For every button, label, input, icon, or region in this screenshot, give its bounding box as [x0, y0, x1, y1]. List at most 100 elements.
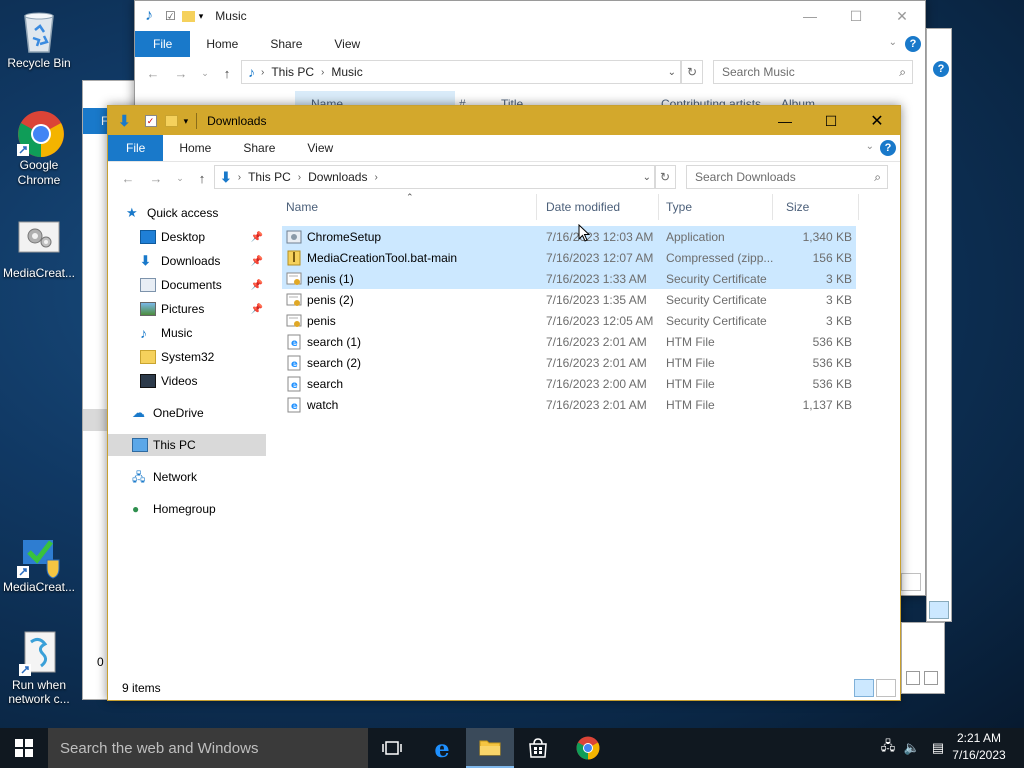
back-arrow-icon[interactable]: ← — [143, 63, 163, 83]
tab-file[interactable]: File — [108, 135, 164, 161]
volume-muted-icon[interactable]: 🔈 — [900, 728, 924, 768]
help-icon[interactable]: ? — [933, 61, 949, 77]
large-icons-view-button[interactable] — [876, 679, 896, 697]
desktop-icon-mediacreation-2[interactable]: MediaCreat... — [0, 532, 79, 595]
address-dropdown-icon[interactable]: ⌄ — [643, 172, 651, 183]
nav-music[interactable]: ♪ Music — [140, 322, 266, 344]
refresh-button[interactable]: ↻ — [681, 60, 703, 84]
breadcrumb-this-pc[interactable]: This PC — [248, 170, 291, 184]
pin-icon[interactable]: 📌 — [251, 304, 263, 315]
downloads-window[interactable]: ⬇ ✓ ▾ Downloads — ☐ ✕ File Home Share Vi… — [107, 105, 901, 701]
file-name-cell[interactable]: e search (2) — [286, 352, 538, 373]
breadcrumb-downloads[interactable]: Downloads — [308, 170, 367, 184]
file-row[interactable]: penis 7/16/2023 12:05 AM Security Certific… — [282, 310, 856, 331]
view-toggle-button[interactable] — [929, 601, 949, 619]
nav-desktop[interactable]: Desktop 📌 — [140, 226, 266, 248]
search-icon[interactable]: ⌕ — [874, 170, 881, 185]
taskbar-search-input[interactable]: Search the web and Windows — [48, 728, 368, 768]
desktop-icon-google-chrome[interactable]: Google Chrome — [0, 110, 79, 188]
help-icon[interactable]: ? — [880, 140, 896, 156]
tab-home[interactable]: Home — [163, 135, 227, 161]
recent-dropdown-icon[interactable]: ⌄ — [170, 168, 190, 188]
minimize-button[interactable]: — — [762, 106, 808, 136]
folder-icon[interactable] — [181, 10, 195, 22]
file-name-cell[interactable]: e watch — [286, 394, 538, 415]
forward-arrow-icon[interactable]: → — [171, 63, 191, 83]
back-arrow-icon[interactable]: ← — [118, 168, 138, 188]
address-dropdown-icon[interactable]: ⌄ — [668, 67, 676, 78]
edge-taskbar-button[interactable]: e — [418, 728, 466, 768]
help-icon[interactable]: ? — [905, 36, 921, 52]
file-row[interactable]: penis (2) 7/16/2023 1:35 AM Security Certi… — [282, 289, 856, 310]
up-arrow-icon[interactable]: ↑ — [217, 63, 237, 83]
tab-home[interactable]: Home — [190, 31, 254, 57]
recent-dropdown-icon[interactable]: ⌄ — [195, 63, 215, 83]
pin-icon[interactable]: 📌 — [251, 280, 263, 291]
ribbon-expand-icon[interactable]: ⌄ — [889, 37, 897, 48]
system-clock[interactable]: 2:21 AM 7/16/2023 — [944, 730, 1014, 764]
nav-this-pc[interactable]: This PC — [108, 434, 266, 456]
task-view-button[interactable] — [368, 728, 416, 768]
tab-share[interactable]: Share — [227, 135, 291, 161]
file-name-cell[interactable]: penis (1) — [286, 268, 538, 289]
start-button[interactable] — [0, 728, 48, 768]
file-explorer-taskbar-button[interactable] — [466, 728, 514, 768]
address-bar[interactable]: ♪ › This PC › Music ⌄ — [241, 60, 681, 84]
background-window-strip[interactable]: ? — [926, 28, 952, 622]
desktop-icon-run-when-network[interactable]: Run when network c... — [0, 630, 79, 706]
minimize-button[interactable]: — — [787, 1, 833, 31]
view-toggle-button[interactable] — [924, 671, 938, 685]
view-toggle-button[interactable] — [906, 671, 920, 685]
tab-share[interactable]: Share — [254, 31, 318, 57]
desktop-icon-recycle-bin[interactable]: Recycle Bin — [0, 8, 79, 71]
nav-system32[interactable]: System32 — [140, 346, 266, 368]
downloads-titlebar[interactable]: ⬇ ✓ ▾ Downloads — ☐ ✕ — [108, 106, 900, 136]
breadcrumb-music[interactable]: Music — [331, 65, 362, 79]
new-folder-icon[interactable] — [164, 115, 178, 127]
qat-properties-icon[interactable]: ☑ — [165, 9, 176, 23]
qat-properties-icon[interactable]: ✓ — [144, 115, 157, 127]
forward-arrow-icon[interactable]: → — [146, 168, 166, 188]
column-type[interactable]: Type — [658, 194, 770, 220]
refresh-button[interactable]: ↻ — [654, 165, 676, 189]
search-input[interactable]: Search Downloads ⌕ — [686, 165, 888, 189]
nav-downloads[interactable]: ⬇ Downloads 📌 — [140, 250, 266, 272]
file-row[interactable]: penis (1) 7/16/2023 1:33 AM Security Certi… — [282, 268, 856, 289]
pin-icon[interactable]: 📌 — [251, 232, 263, 243]
music-titlebar[interactable]: ♪ ☑ ▾ Music — ☐ ✕ — [135, 1, 925, 31]
nav-videos[interactable]: Videos — [140, 370, 266, 392]
file-name-cell[interactable]: penis (2) — [286, 289, 538, 310]
nav-pictures[interactable]: Pictures 📌 — [140, 298, 266, 320]
file-row[interactable]: e search 7/16/2023 2:00 AM HTM File 536 KB — [282, 373, 856, 394]
file-name-cell[interactable]: ChromeSetup — [286, 226, 538, 247]
file-name-cell[interactable]: e search (1) — [286, 331, 538, 352]
details-view-button[interactable] — [854, 679, 874, 697]
ribbon-expand-icon[interactable]: ⌄ — [866, 141, 874, 152]
close-button[interactable]: ✕ — [854, 106, 900, 136]
address-bar[interactable]: ⬇ › This PC › Downloads › ⌄ — [214, 165, 656, 189]
file-row[interactable]: e search (1) 7/16/2023 2:01 AM HTM File 536 … — [282, 331, 856, 352]
tab-view[interactable]: View — [318, 31, 376, 57]
nav-quick-access[interactable]: ★ Quick access — [126, 202, 266, 224]
nav-documents[interactable]: Documents 📌 — [140, 274, 266, 296]
file-name-cell[interactable]: e search — [286, 373, 538, 394]
maximize-button[interactable]: ☐ — [808, 106, 854, 136]
close-button[interactable]: ✕ — [879, 1, 925, 31]
nav-network[interactable]: 🖧 Network — [132, 466, 266, 488]
pin-icon[interactable]: 📌 — [251, 256, 263, 267]
search-icon[interactable]: ⌕ — [899, 65, 906, 80]
file-name-cell[interactable]: penis — [286, 310, 538, 331]
nav-onedrive[interactable]: ☁ OneDrive — [132, 402, 266, 424]
file-row[interactable]: ChromeSetup 7/16/2023 12:03 AM Application… — [282, 226, 856, 247]
chrome-taskbar-button[interactable] — [564, 728, 612, 768]
column-name[interactable]: Name — [278, 194, 534, 220]
up-arrow-icon[interactable]: ↑ — [192, 168, 212, 188]
breadcrumb-this-pc[interactable]: This PC — [271, 65, 314, 79]
store-taskbar-button[interactable] — [514, 728, 562, 768]
search-input[interactable]: Search Music ⌕ — [713, 60, 913, 84]
nav-homegroup[interactable]: ● Homegroup — [132, 498, 266, 520]
column-size[interactable]: Size — [778, 194, 854, 220]
file-row[interactable]: e search (2) 7/16/2023 2:01 AM HTM File 536 … — [282, 352, 856, 373]
maximize-button[interactable]: ☐ — [833, 1, 879, 31]
qat-dropdown-icon[interactable]: ▾ — [184, 116, 189, 127]
